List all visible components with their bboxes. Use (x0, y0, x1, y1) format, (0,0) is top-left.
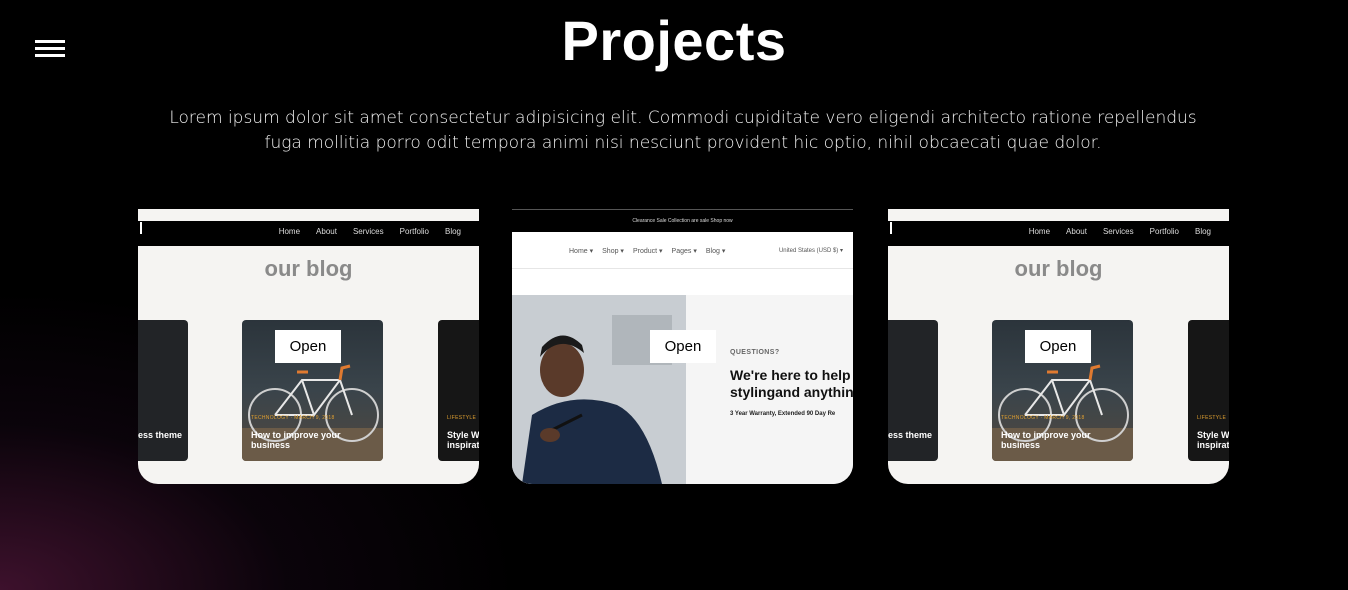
hero-eyebrow: QUESTIONS? (730, 349, 780, 356)
post-title: Style W inspirat (447, 430, 479, 450)
preview-nav-link: Home ▾ (569, 248, 594, 255)
headline-line: We're here to help (730, 367, 851, 383)
preview-nav-link: Home (278, 227, 301, 236)
headline-line: stylingand anythin (730, 384, 853, 400)
preview-nav-links: Home About Services Portfolio Blog (1029, 227, 1211, 236)
preview-nav-link: Product ▾ (632, 248, 663, 255)
preview-nav-link: About (1066, 227, 1087, 236)
person-illustration (512, 295, 686, 484)
preview-navbar: Home About Services Portfolio Blog (888, 221, 1229, 246)
post-title: How to improve your business (1001, 430, 1091, 450)
preview-nav-link: About (316, 227, 337, 236)
page-title: Projects (561, 9, 787, 72)
nav-logo-mark (890, 222, 892, 234)
open-button[interactable]: Open (275, 330, 341, 363)
post-title: Style W inspirat (1197, 430, 1229, 450)
post-title: ess theme (888, 430, 932, 440)
preview-nav-link: Home (1028, 227, 1051, 236)
project-card-blog: Home About Services Portfolio Blog our b… (888, 209, 1229, 484)
preview-nav-link: Services (352, 227, 384, 236)
post-meta: TECHNOLOGY · MARCH 9, 2018 (1001, 415, 1085, 421)
blog-heading: our blog (1014, 256, 1103, 281)
blog-post-card: LIFESTYLE Style W inspirat (1188, 320, 1229, 461)
open-button[interactable]: Open (650, 330, 716, 363)
preview-nav-link: Blog (444, 227, 461, 236)
preview-nav-links: Home ▾ Shop ▾ Product ▾ Pages ▾ Blog ▾ (569, 247, 725, 255)
announcement-bar: Clearance Sale Collection are sale Shop … (512, 209, 853, 232)
nav-logo-mark (140, 222, 142, 234)
blog-post-card: ess theme (888, 320, 938, 461)
project-card-blog: Home About Services Portfolio Blog our b… (138, 209, 479, 484)
preview-nav-link: Pages ▾ (671, 248, 697, 255)
post-meta: LIFESTYLE (447, 415, 477, 421)
preview-nav-link: Blog ▾ (705, 248, 726, 255)
preview-nav-link: Shop ▾ (602, 248, 624, 255)
post-meta: TECHNOLOGY · MARCH 9, 2018 (251, 415, 335, 421)
preview-nav-link: Services (1102, 227, 1134, 236)
preview-nav-link: Portfolio (1149, 227, 1179, 236)
blog-heading: our blog (264, 256, 353, 281)
post-title: How to improve your business (251, 430, 341, 450)
preview-nav-link: Portfolio (399, 227, 429, 236)
hero-person-image (512, 295, 686, 484)
post-meta: LIFESTYLE (1197, 415, 1227, 421)
hero-subline: 3 Year Warranty, Extended 90 Day Re (730, 411, 836, 417)
preview-navbar: Home About Services Portfolio Blog (138, 221, 479, 246)
preview-nav-links: Home About Services Portfolio Blog (279, 227, 461, 236)
blog-post-card: LIFESTYLE Style W inspirat (438, 320, 479, 461)
currency-selector: United States (USD $) ▾ (778, 248, 843, 254)
preview-nav-link: Blog (1194, 227, 1211, 236)
project-card-shop: Clearance Sale Collection are sale Shop … (512, 209, 853, 484)
open-button[interactable]: Open (1025, 330, 1091, 363)
preview-navbar: Home ▾ Shop ▾ Product ▾ Pages ▾ Blog ▾ U… (512, 233, 853, 269)
blog-post-card: ess theme (138, 320, 188, 461)
post-title: ess theme (138, 430, 182, 440)
hero-headline: We're here to help stylingand anythin (730, 367, 853, 401)
announcement-text: Clearance Sale Collection are sale Shop … (632, 218, 733, 224)
page-description: Lorem ipsum dolor sit amet consectetur a… (169, 108, 1197, 153)
